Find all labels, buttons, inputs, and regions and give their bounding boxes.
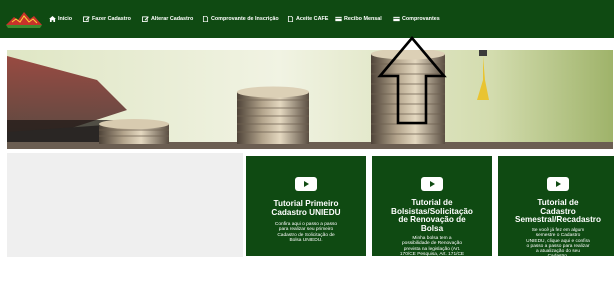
nav-item-label: Início — [58, 16, 73, 22]
play-icon — [547, 177, 569, 191]
tutorial-card-renovacao-bolsa[interactable]: Tutorial de Bolsistas/Solicitação de Ren… — [372, 156, 492, 256]
side-panel — [7, 153, 243, 257]
nav-item-aceite-cafe[interactable]: Aceite CAFE — [287, 13, 328, 25]
home-icon — [49, 16, 56, 22]
play-icon — [421, 177, 443, 191]
card-description: Se você já fez em algum semestre o Cadas… — [526, 228, 590, 256]
nav-item-comprovante-inscricao[interactable]: Comprovante de Inscrição — [202, 13, 279, 25]
card-description: Confira aqui o passo a passo para realiz… — [274, 222, 338, 243]
tutorial-card-cadastro-semestral[interactable]: Tutorial de Cadastro Semestral/Recadastr… — [498, 156, 614, 256]
edit-icon — [142, 16, 149, 22]
nav-item-comprovantes[interactable]: Comprovantes — [393, 13, 440, 25]
document-icon — [287, 16, 294, 22]
nav-item-label: Aceite CAFE — [296, 16, 329, 22]
card-title: Tutorial Primeiro Cadastro UNIEDU — [271, 199, 341, 217]
nav-item-inicio[interactable]: Início — [49, 13, 72, 25]
card-title: Tutorial de Cadastro Semestral/Recadastr… — [514, 198, 601, 225]
nav-item-label: Recibo Mensal — [344, 16, 382, 22]
edit-icon — [83, 16, 90, 22]
document-icon — [202, 16, 209, 22]
play-icon — [295, 177, 317, 191]
logo[interactable] — [4, 7, 44, 31]
card-title: Tutorial de Bolsistas/Solicitação de Ren… — [391, 198, 473, 233]
card-icon — [393, 16, 400, 22]
nav-item-recibo-mensal[interactable]: Recibo Mensal — [335, 13, 382, 25]
nav-item-label: Alterar Cadastro — [151, 16, 194, 22]
tutorial-card-primeiro-cadastro[interactable]: Tutorial Primeiro Cadastro UNIEDU Confir… — [246, 156, 366, 256]
card-icon — [335, 16, 342, 22]
nav-item-label: Fazer Cadastro — [92, 16, 131, 22]
nav-item-alterar-cadastro[interactable]: Alterar Cadastro — [142, 13, 193, 25]
nav-item-fazer-cadastro[interactable]: Fazer Cadastro — [83, 13, 131, 25]
nav-item-label: Comprovante de Inscrição — [211, 16, 279, 22]
top-navbar: Início Fazer Cadastro Alterar Cadastro C… — [0, 0, 614, 38]
nav-item-label: Comprovantes — [402, 16, 440, 22]
card-description: Minha bolsa tem a possibilidade de Renov… — [399, 236, 465, 256]
hero-banner-coins-image — [7, 50, 613, 149]
